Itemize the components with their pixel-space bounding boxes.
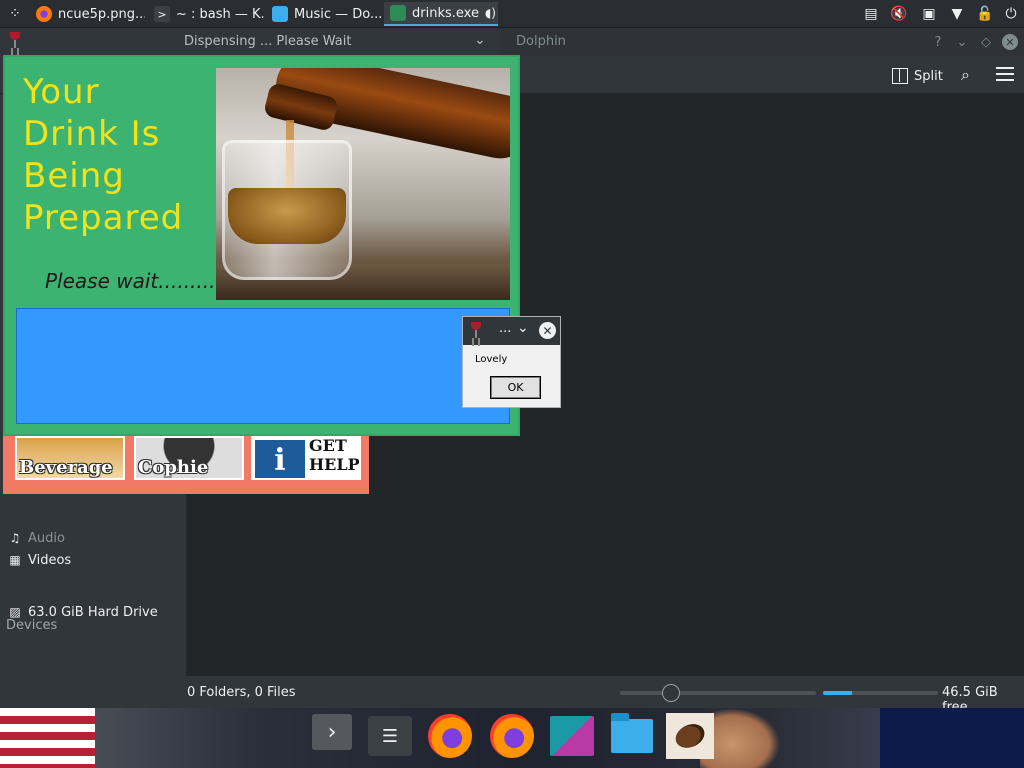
folder-file-count: 0 Folders, 0 Files (187, 685, 296, 700)
window-title: Dispensing ... Please Wait (184, 34, 352, 49)
wine-icon (10, 32, 20, 50)
sidebar-item-label: Videos (28, 552, 72, 568)
chevron-down-icon[interactable]: ⌄ (517, 320, 529, 336)
volume-muted-icon[interactable]: 🔇 (890, 5, 908, 23)
headline: Your Drink Is Being Prepared (23, 72, 184, 238)
close-button[interactable]: ✕ (1002, 34, 1018, 50)
wine-icon (390, 5, 406, 21)
info-icon: i (255, 440, 305, 478)
taskbar: ⁘ ncue5p.png... > ~ : bash — K... Music … (0, 0, 1024, 28)
wine-icon (471, 322, 481, 340)
hard-drive-icon: ▨ (9, 605, 21, 619)
ok-button[interactable]: OK (490, 376, 541, 399)
system-settings-icon: ☰ (368, 716, 412, 756)
dock: › ☰ (302, 708, 722, 768)
dock-firefox-2[interactable] (488, 712, 536, 760)
split-label: Split (914, 68, 943, 84)
dispensing-window: Your Drink Is Being Prepared Please wait… (3, 55, 520, 436)
split-button[interactable]: Split (892, 65, 943, 87)
hamburger-menu-button[interactable] (996, 67, 1014, 83)
folder-icon (611, 713, 653, 753)
dock-firefox[interactable] (426, 712, 474, 760)
search-icon: ⌕ (961, 65, 970, 84)
free-space-bar (823, 691, 938, 695)
pouring-drink-image (216, 68, 510, 300)
drink-menu-panel: Beverage Cophie i GET HELP (3, 436, 369, 494)
task-drinks[interactable]: drinks.exe ◖) (384, 2, 498, 26)
close-icon[interactable]: ✕ (539, 322, 556, 339)
zoom-slider-handle[interactable] (662, 684, 680, 702)
film-icon: ▦ (9, 553, 21, 567)
arrow-right-icon[interactable]: › (312, 714, 352, 750)
app-launcher-icon[interactable]: ⁘ (6, 5, 24, 23)
tile-label: Beverage (19, 457, 113, 478)
window-title: Dolphin (516, 34, 566, 49)
get-help-tile[interactable]: i GET HELP (251, 436, 361, 480)
drinks-titlebar: Dispensing ... Please Wait ⌄ (0, 28, 500, 55)
flag-image (0, 708, 95, 768)
sidebar-item-label: 63.0 GiB Hard Drive (28, 604, 158, 620)
tile-label: GET HELP (309, 436, 360, 474)
sidebar-item-audio[interactable]: ♫ Audio (8, 528, 65, 548)
cophie-tile[interactable]: Cophie (134, 436, 244, 480)
task-firefox[interactable]: ncue5p.png... (30, 2, 145, 26)
dock-coffee[interactable] (666, 712, 714, 760)
dock-files[interactable] (608, 712, 656, 760)
sidebar-item-hard-drive[interactable]: ▨ 63.0 GiB Hard Drive (8, 602, 158, 622)
network-icon[interactable]: ▣ (920, 5, 938, 23)
audio-playing-icon: ◖) (484, 6, 496, 20)
expand-tray-icon[interactable]: ▼ (948, 5, 966, 23)
maximize-button[interactable]: ◇ (978, 34, 994, 50)
dock-kdeconnect[interactable] (548, 712, 596, 760)
firefox-icon (36, 6, 52, 22)
message-dialog: ... ⌄ ✕ Lovely OK (462, 316, 561, 408)
task-terminal[interactable]: > ~ : bash — K... (148, 2, 264, 26)
sidebar-item-label: Audio (28, 530, 65, 546)
sidebar-item-videos[interactable]: ▦ Videos (8, 550, 71, 570)
please-wait-text: Please wait......... (45, 269, 216, 293)
status-bar: 0 Folders, 0 Files 46.5 GiB free (186, 676, 1024, 715)
task-label: ~ : bash — K... (176, 6, 264, 22)
split-icon (892, 68, 908, 84)
beverage-tile[interactable]: Beverage (15, 436, 125, 480)
power-icon[interactable]: ⏻ (998, 0, 1024, 28)
task-label: drinks.exe (412, 5, 479, 21)
minimize-button[interactable]: ⌄ (954, 34, 970, 50)
task-label: Music — Do... (294, 6, 382, 22)
chevron-down-icon[interactable]: ⌄ (474, 32, 486, 48)
terminal-icon: > (154, 6, 170, 22)
music-note-icon: ♫ (9, 531, 21, 545)
dialog-titlebar: ... ⌄ ✕ (463, 317, 560, 345)
free-space-fill (823, 691, 852, 695)
dock-settings[interactable]: ☰ (366, 712, 414, 760)
dialog-title: ... (499, 321, 512, 336)
progress-area (16, 308, 510, 424)
wallpaper-decoration (880, 708, 1024, 768)
zoom-slider[interactable] (620, 691, 816, 695)
lock-icon[interactable]: 🔓 (976, 5, 994, 23)
task-dolphin[interactable]: Music — Do... (266, 2, 382, 26)
coffee-bean-icon (666, 713, 714, 759)
task-label: ncue5p.png... (58, 6, 145, 22)
dolphin-icon (272, 6, 288, 22)
search-button[interactable]: ⌕ (961, 65, 981, 85)
kdeconnect-icon (550, 716, 594, 756)
clipboard-icon[interactable]: ▤ (862, 5, 880, 23)
help-button[interactable]: ? (930, 34, 946, 50)
firefox-icon (428, 714, 472, 758)
firefox-icon (490, 714, 534, 758)
dialog-message: Lovely (475, 354, 508, 365)
tile-label: Cophie (138, 457, 209, 478)
